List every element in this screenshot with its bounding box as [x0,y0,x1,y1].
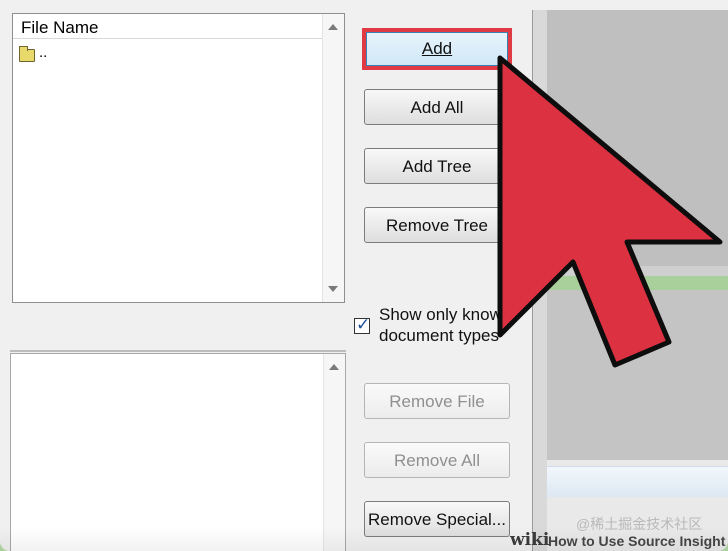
file-list-scrollbar[interactable] [322,14,344,302]
scroll-up-icon[interactable] [329,364,339,370]
add-button[interactable]: Add [362,28,512,70]
folder-icon [19,46,35,62]
pane-splitter[interactable] [10,350,346,352]
background-window [532,10,728,551]
scroll-down-icon[interactable] [328,286,338,292]
background-green-strip [532,276,728,290]
background-panel-top [532,10,728,266]
show-known-types-option[interactable]: ✓ Show only know document types [354,304,524,364]
add-button-label: Add [421,39,453,58]
screenshot-frame: File Name .. Add Add All Add Tree Remove… [0,0,728,551]
background-toolbar [542,466,728,497]
scroll-up-icon[interactable] [328,24,338,30]
add-tree-button[interactable]: Add Tree [364,148,510,184]
caption-text: How to Use Source Insight [548,533,726,549]
list-item-label: .. [39,44,48,61]
checkbox-label-line1: Show only know [379,305,502,324]
wiki-logo: wiki [510,530,550,550]
project-file-list[interactable] [10,353,346,551]
remove-all-button[interactable]: Remove All [364,442,510,478]
show-known-types-checkbox[interactable]: ✓ [354,315,371,334]
file-list-header[interactable]: File Name [13,14,322,39]
file-list[interactable]: File Name .. [12,13,345,303]
dialog-edge [532,10,547,551]
add-remove-files-dialog: File Name .. Add Add All Add Tree Remove… [0,10,532,551]
add-all-button[interactable]: Add All [364,89,510,125]
checkmark-icon: ✓ [356,315,371,334]
background-panel-middle [544,290,728,460]
checkbox-label-line2: document types [379,326,500,345]
watermark-text: @稀土掘金技术社区 [576,516,703,532]
project-list-scrollbar[interactable] [323,354,345,551]
remove-file-button[interactable]: Remove File [364,383,510,419]
file-name-column-header[interactable]: File Name [21,18,98,38]
checkbox-label[interactable]: Show only know document types [379,304,502,346]
remove-tree-button[interactable]: Remove Tree [364,207,510,243]
